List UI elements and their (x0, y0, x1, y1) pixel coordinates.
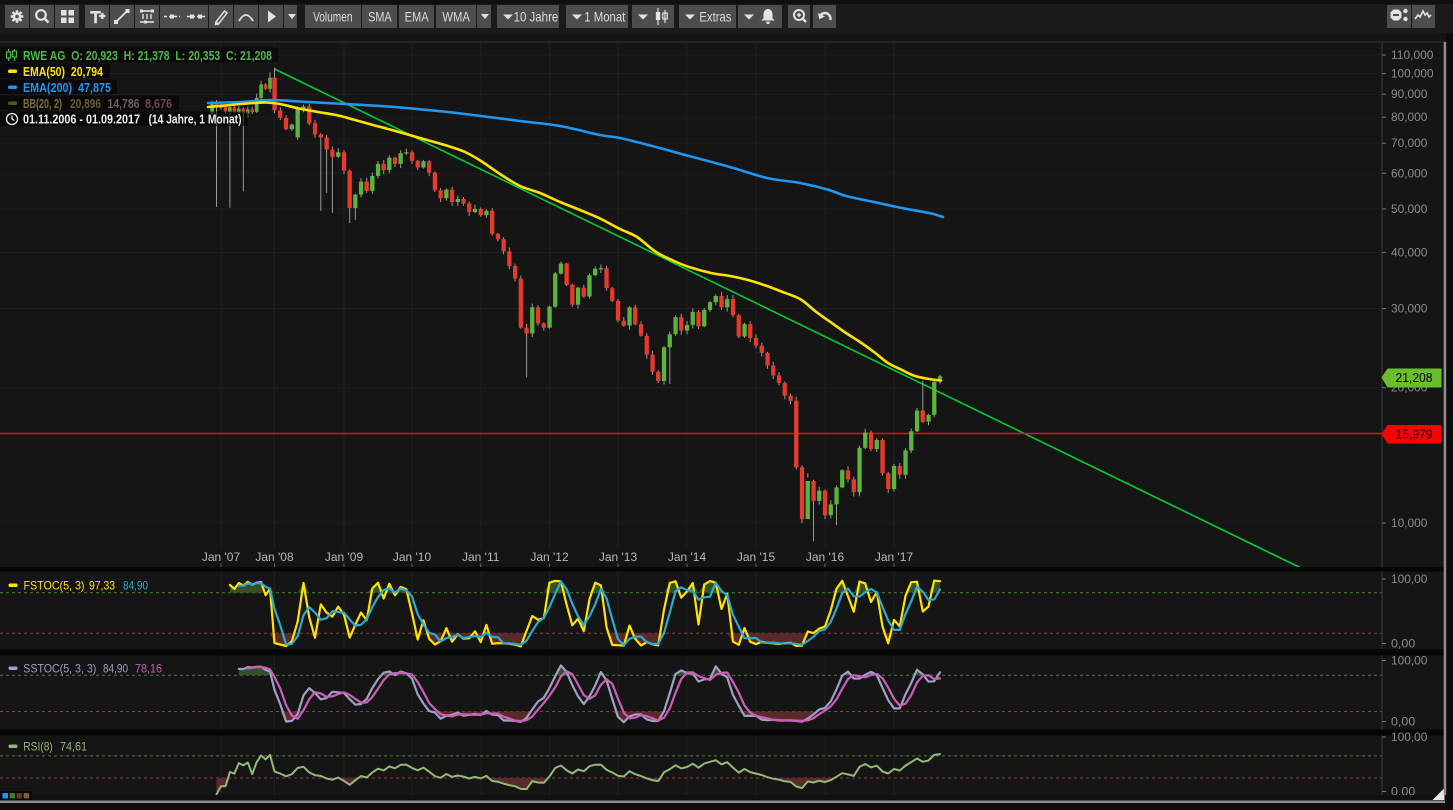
svg-text:80,000: 80,000 (1391, 110, 1428, 124)
svg-text:Jan '11: Jan '11 (462, 550, 500, 564)
svg-text:Jan '10: Jan '10 (393, 550, 432, 564)
svg-text:Jan '08: Jan '08 (255, 550, 294, 564)
svg-text:84,90: 84,90 (103, 662, 128, 676)
svg-text:10,000: 10,000 (1391, 516, 1428, 530)
svg-text:01.11.2006 - 01.09.2017: 01.11.2006 - 01.09.2017 (23, 113, 140, 127)
svg-text:100,000: 100,000 (1391, 67, 1434, 81)
svg-text:70,000: 70,000 (1391, 136, 1428, 150)
svg-text:84,90: 84,90 (123, 579, 148, 593)
svg-text:Jan '07: Jan '07 (202, 550, 241, 564)
svg-text:WMA: WMA (442, 9, 469, 24)
svg-text:(14 Jahre, 1 Monat): (14 Jahre, 1 Monat) (149, 113, 242, 127)
svg-text:0,00: 0,00 (1391, 637, 1416, 651)
svg-text:SMA: SMA (368, 9, 392, 24)
svg-text:15,979: 15,979 (1396, 427, 1433, 442)
svg-text:10 Jahre: 10 Jahre (513, 9, 558, 24)
svg-text:21,208: 21,208 (1396, 370, 1433, 385)
svg-text:FSTOC(5, 3): FSTOC(5, 3) (24, 579, 85, 593)
svg-text:BB(20, 2): BB(20, 2) (23, 97, 62, 111)
svg-text:1 Monat: 1 Monat (584, 9, 625, 24)
svg-text:RSI(8): RSI(8) (23, 740, 53, 754)
svg-text:Jan '16: Jan '16 (806, 550, 845, 564)
svg-text:110,000: 110,000 (1391, 48, 1434, 62)
svg-text:8,676: 8,676 (145, 97, 172, 111)
svg-text:100,00: 100,00 (1391, 654, 1428, 668)
svg-text:Jan '15: Jan '15 (737, 550, 776, 564)
svg-text:Jan '09: Jan '09 (325, 550, 364, 564)
svg-text:Jan '17: Jan '17 (875, 550, 914, 564)
svg-text:Extras: Extras (699, 9, 731, 24)
svg-text:100,00: 100,00 (1391, 730, 1428, 744)
svg-text:Volumen: Volumen (313, 10, 352, 25)
svg-text:60,000: 60,000 (1391, 166, 1428, 180)
svg-text:40,000: 40,000 (1391, 245, 1428, 259)
svg-text:97,33: 97,33 (89, 579, 115, 593)
svg-text:RWE AG O: 20,923 H: 21,378: RWE AG O: 20,923 H: 21,378 L: 20,353 C: … (23, 49, 272, 63)
svg-text:30,000: 30,000 (1391, 302, 1428, 316)
svg-text:EMA: EMA (405, 9, 429, 24)
svg-text:Jan '14: Jan '14 (668, 550, 707, 564)
svg-text:Jan '13: Jan '13 (599, 550, 638, 564)
svg-text:SSTOC(5, 3, 3): SSTOC(5, 3, 3) (23, 662, 96, 676)
svg-text:14,786: 14,786 (108, 97, 140, 111)
svg-text:EMA(200) 47,875: EMA(200) 47,875 (23, 81, 111, 95)
svg-text:20,896: 20,896 (70, 97, 101, 111)
svg-text:78,16: 78,16 (135, 662, 162, 676)
svg-text:100,00: 100,00 (1391, 572, 1428, 586)
svg-text:90,000: 90,000 (1391, 87, 1428, 101)
svg-text:0,00: 0,00 (1391, 715, 1416, 729)
svg-text:74,61: 74,61 (60, 740, 87, 754)
svg-text:Jan '12: Jan '12 (530, 550, 569, 564)
svg-text:EMA(50) 20,794: EMA(50) 20,794 (23, 65, 103, 79)
svg-text:50,000: 50,000 (1391, 202, 1428, 216)
